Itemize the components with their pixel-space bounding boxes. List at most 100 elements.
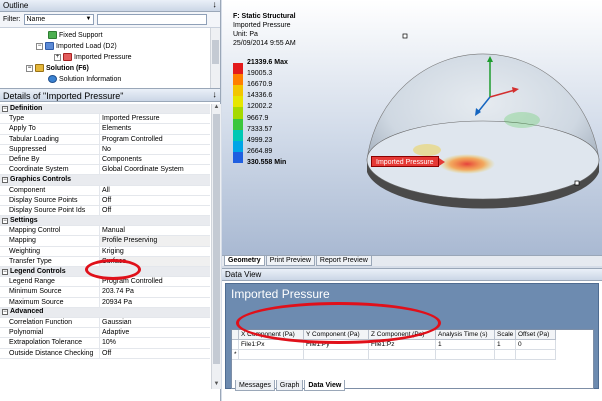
details-row[interactable]: Outside Distance Checking Off xyxy=(0,348,210,359)
details-section[interactable]: − Advanced xyxy=(0,307,210,318)
tab-report-preview[interactable]: Report Preview xyxy=(315,256,372,266)
collapse-icon[interactable]: − xyxy=(2,309,8,316)
collapse-icon[interactable]: − xyxy=(2,217,8,224)
property-value[interactable]: Components xyxy=(100,155,210,164)
column-header[interactable]: Y Component (Pa) xyxy=(304,330,369,340)
details-row[interactable]: Legend Range Program Controlled xyxy=(0,277,210,288)
details-row[interactable]: Mapping Profile Preserving xyxy=(0,236,210,247)
property-value[interactable]: Manual xyxy=(100,226,210,235)
property-value[interactable]: Gaussian xyxy=(100,318,210,327)
selection-handle[interactable] xyxy=(402,33,408,39)
details-row[interactable]: Maximum Source 20934 Pa xyxy=(0,297,210,308)
table-cell[interactable]: 1 xyxy=(436,340,495,350)
filter-select[interactable]: Name ▼ xyxy=(23,14,94,25)
details-row[interactable]: Transfer Type Surface xyxy=(0,256,210,267)
property-value[interactable]: Imported Pressure xyxy=(100,114,210,123)
details-row[interactable]: Minimum Source 203.74 Pa xyxy=(0,287,210,298)
expand-icon[interactable]: + xyxy=(54,53,61,61)
details-section[interactable]: − Legend Controls xyxy=(0,267,210,278)
details-section[interactable]: − Settings xyxy=(0,216,210,227)
property-value[interactable]: Off xyxy=(100,196,210,205)
table-cell[interactable] xyxy=(304,350,369,360)
tree-item-imported-load[interactable]: − Imported Load (D2) xyxy=(36,41,117,51)
table-cell[interactable]: File1:Px xyxy=(239,340,304,350)
property-value[interactable]: No xyxy=(100,145,210,154)
details-row[interactable]: Component All xyxy=(0,185,210,196)
table-cell[interactable] xyxy=(516,350,556,360)
table-cell[interactable]: 1 xyxy=(495,340,516,350)
dome-model[interactable] xyxy=(222,0,602,255)
property-value[interactable]: Kriging xyxy=(100,247,210,256)
details-row[interactable]: Display Source Points Off xyxy=(0,195,210,206)
outline-scrollbar[interactable] xyxy=(210,28,220,88)
details-row[interactable]: Correlation Function Gaussian xyxy=(0,317,210,329)
column-header[interactable]: Scale xyxy=(495,330,516,340)
property-value[interactable]: Elements xyxy=(100,124,210,133)
table-row[interactable]: File1:Px File1:Py File1:Pz 1 1 0 xyxy=(232,340,593,350)
property-value[interactable]: 203.74 Pa xyxy=(100,287,210,296)
graphics-viewport[interactable]: F: Static Structural Imported Pressure U… xyxy=(222,0,602,255)
section-header[interactable]: − Legend Controls xyxy=(0,267,66,276)
section-header[interactable]: − Advanced xyxy=(0,308,43,317)
column-header[interactable]: Analysis Time (s) xyxy=(436,330,495,340)
details-scrollbar[interactable]: ▲ ▼ xyxy=(211,104,221,389)
details-row[interactable]: Mapping Control Manual xyxy=(0,226,210,237)
scrollbar-thumb[interactable] xyxy=(213,114,220,364)
tree-item-fixed-support[interactable]: Fixed Support xyxy=(48,30,103,40)
details-row[interactable]: Apply To Elements xyxy=(0,124,210,135)
pin-icon[interactable]: ⭭ xyxy=(213,0,216,12)
property-value[interactable]: Off xyxy=(100,349,210,358)
section-header[interactable]: − Graphics Controls xyxy=(0,175,71,184)
details-row[interactable]: Polynomial Adaptive xyxy=(0,328,210,339)
selection-handle[interactable] xyxy=(574,180,580,186)
scroll-down-icon[interactable]: ▼ xyxy=(212,381,221,389)
details-row[interactable]: Suppressed No xyxy=(0,144,210,155)
details-row[interactable]: Display Source Point Ids Off xyxy=(0,205,210,217)
property-value[interactable]: Adaptive xyxy=(100,328,210,337)
section-header[interactable]: − Settings xyxy=(0,216,38,225)
property-value[interactable]: Surface xyxy=(100,256,210,266)
column-header[interactable]: Offset (Pa) xyxy=(516,330,556,340)
pin-icon[interactable]: ⭭ xyxy=(213,89,216,103)
table-cell[interactable] xyxy=(369,350,436,360)
details-section[interactable]: − Graphics Controls xyxy=(0,175,210,186)
details-row[interactable]: Extrapolation Tolerance 10% xyxy=(0,338,210,349)
property-value[interactable]: 10% xyxy=(100,338,210,347)
scroll-up-icon[interactable]: ▲ xyxy=(212,104,221,112)
tree-item-solution-information[interactable]: Solution Information xyxy=(48,74,121,84)
tab-graph[interactable]: Graph xyxy=(275,380,304,391)
details-row[interactable]: Coordinate System Global Coordinate Syste… xyxy=(0,165,210,176)
column-header[interactable]: X Component (Pa) xyxy=(239,330,304,340)
details-section[interactable]: − Definition xyxy=(0,104,210,115)
details-row[interactable]: Type Imported Pressure xyxy=(0,114,210,125)
table-cell[interactable] xyxy=(436,350,495,360)
tab-print-preview[interactable]: Print Preview xyxy=(265,256,315,266)
collapse-icon[interactable]: − xyxy=(36,42,43,50)
property-value[interactable]: Off xyxy=(100,206,210,215)
property-value[interactable]: 20934 Pa xyxy=(100,298,210,307)
table-cell[interactable]: File1:Py xyxy=(304,340,369,350)
collapse-icon[interactable]: − xyxy=(2,268,8,275)
tab-data-view[interactable]: Data View xyxy=(304,380,346,391)
table-row-new[interactable]: * xyxy=(232,350,593,360)
collapse-icon[interactable]: − xyxy=(2,176,8,183)
tree-item-imported-pressure[interactable]: + Imported Pressure xyxy=(54,52,132,62)
property-value[interactable]: Global Coordinate System xyxy=(100,165,210,174)
filter-input[interactable] xyxy=(96,14,207,25)
table-cell[interactable]: 0 xyxy=(516,340,556,350)
column-header[interactable]: Z Component (Pa) xyxy=(369,330,436,340)
details-row[interactable]: Tabular Loading Program Controlled xyxy=(0,134,210,145)
tab-geometry[interactable]: Geometry xyxy=(224,256,265,266)
imported-pressure-tag[interactable]: Imported Pressure xyxy=(371,156,445,167)
section-header[interactable]: − Definition xyxy=(0,104,42,113)
collapse-icon[interactable]: − xyxy=(2,105,8,112)
collapse-icon[interactable]: − xyxy=(26,64,33,72)
table-cell[interactable] xyxy=(239,350,304,360)
table-cell[interactable]: File1:Pz xyxy=(369,340,436,350)
scrollbar-thumb[interactable] xyxy=(212,40,219,64)
property-value[interactable]: All xyxy=(100,186,210,195)
property-value[interactable]: Profile Preserving xyxy=(100,236,210,246)
property-value[interactable]: Program Controlled xyxy=(100,277,210,286)
table-cell[interactable] xyxy=(495,350,516,360)
property-value[interactable]: Program Controlled xyxy=(100,135,210,144)
